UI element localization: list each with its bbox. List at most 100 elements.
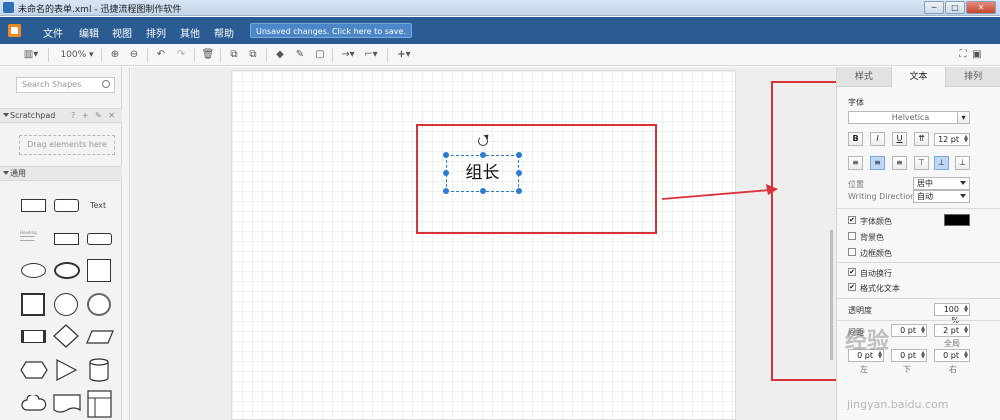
- shape-cloud[interactable]: [20, 395, 48, 413]
- fullscreen-icon[interactable]: ⛶: [957, 48, 969, 62]
- menu-file[interactable]: 文件: [43, 25, 63, 40]
- background-color-checkbox[interactable]: [848, 232, 856, 240]
- shapes-panel: Search Shapes Scratchpad ? + ✎ ✕ 通用 Text…: [0, 67, 122, 420]
- collapse-chevron-icon: [3, 113, 9, 117]
- shape-subprocess[interactable]: [21, 330, 46, 343]
- shape-circle[interactable]: [54, 293, 78, 316]
- align-center-button[interactable]: ≡: [870, 156, 885, 170]
- shape-rectangle[interactable]: [21, 199, 46, 212]
- insert-icon[interactable]: +▾: [394, 48, 414, 62]
- font-size-input[interactable]: 12 pt ▲ ▼: [934, 133, 970, 146]
- line-color-icon[interactable]: ✎: [293, 48, 307, 62]
- baidu-watermark-url: jingyan.baidu.com: [847, 398, 949, 411]
- shape-heading[interactable]: Heading ━━━━━━ ━━━━━━: [20, 231, 47, 247]
- panel-splitter[interactable]: [122, 67, 130, 420]
- menu-help[interactable]: 帮助: [214, 25, 234, 40]
- window-title: 未命名的表单.xml - 迅捷流程图制作软件: [18, 5, 182, 15]
- stepper-icon[interactable]: ▲ ▼: [962, 351, 968, 360]
- waypoints-icon[interactable]: ⌐▾: [361, 48, 381, 62]
- shape-table[interactable]: [87, 390, 112, 418]
- position-select[interactable]: 居中: [913, 177, 970, 190]
- shape-document[interactable]: [53, 394, 81, 414]
- stepper-icon[interactable]: ▲ ▼: [919, 351, 925, 360]
- zoom-in-icon[interactable]: ⊕: [108, 48, 122, 62]
- border-color-checkbox[interactable]: [848, 248, 856, 256]
- font-dropdown-icon[interactable]: ▾: [957, 111, 970, 124]
- vertical-text-button[interactable]: ⇈: [914, 132, 929, 146]
- connection-style-icon[interactable]: →▾: [338, 48, 358, 62]
- font-color-checkbox[interactable]: ✔: [848, 216, 856, 224]
- font-family-select[interactable]: Helvetica: [848, 111, 970, 124]
- shape-hexagon[interactable]: [20, 361, 48, 379]
- valign-middle-button[interactable]: ⊥: [934, 156, 949, 170]
- unsaved-changes-button[interactable]: Unsaved changes. Click here to save.: [250, 23, 412, 38]
- formatted-text-checkbox[interactable]: ✔: [848, 283, 856, 291]
- shape-double-square[interactable]: [21, 293, 45, 316]
- canvas-area[interactable]: [131, 67, 836, 420]
- spacing-bottom-input[interactable]: 0 pt ▲ ▼: [891, 349, 927, 362]
- maximize-button[interactable]: □: [945, 1, 965, 14]
- shape-parallelogram[interactable]: [86, 330, 114, 344]
- tab-arrange[interactable]: 排列: [946, 67, 1000, 87]
- menu-edit[interactable]: 编辑: [79, 25, 99, 40]
- menu-other[interactable]: 其他: [180, 25, 200, 40]
- spacing-top-input[interactable]: 0 pt ▲ ▼: [891, 324, 927, 337]
- opacity-input[interactable]: 100 %▲▼: [934, 303, 970, 325]
- menu-view[interactable]: 视图: [112, 25, 132, 40]
- delete-icon[interactable]: 🗑: [201, 48, 215, 62]
- shadow-icon[interactable]: ▢: [313, 48, 327, 62]
- bold-button[interactable]: B: [848, 132, 863, 146]
- stepper-icon[interactable]: ▲ ▼: [919, 326, 925, 335]
- shape-ellipse[interactable]: [21, 263, 46, 278]
- shape-double-circle[interactable]: [87, 293, 111, 316]
- view-panel-icon[interactable]: ▥▾: [20, 48, 42, 62]
- underline-button[interactable]: U: [892, 132, 907, 146]
- tab-text[interactable]: 文本: [891, 67, 947, 87]
- writing-direction-select[interactable]: 自动: [913, 190, 970, 203]
- valign-bottom-button[interactable]: ⊥: [955, 156, 970, 170]
- tab-style[interactable]: 样式: [837, 67, 892, 87]
- search-shapes-input[interactable]: Search Shapes: [16, 77, 115, 93]
- font-color-swatch[interactable]: [944, 214, 970, 226]
- align-left-button[interactable]: ≡: [848, 156, 863, 170]
- word-wrap-checkbox[interactable]: ✔: [848, 268, 856, 276]
- shape-rounded-rectangle[interactable]: [54, 199, 79, 212]
- to-back-icon[interactable]: ⧉: [246, 48, 260, 62]
- shape-text[interactable]: Text: [90, 201, 106, 210]
- menu-arrange[interactable]: 排列: [146, 25, 166, 40]
- shape-cylinder[interactable]: [89, 358, 109, 382]
- zoom-out-icon[interactable]: ⊖: [127, 48, 141, 62]
- shape-process[interactable]: [54, 233, 79, 245]
- italic-button[interactable]: I: [870, 132, 885, 146]
- format-panel-toggle-icon[interactable]: ▣: [971, 48, 983, 62]
- to-front-icon[interactable]: ⧉: [227, 48, 241, 62]
- valign-top-button[interactable]: ⊤: [914, 156, 929, 170]
- spacing-global-value: 2 pt: [943, 326, 959, 335]
- shape-rounded-process[interactable]: [87, 233, 112, 245]
- diagram-page[interactable]: [231, 70, 736, 420]
- format-panel-scrollbar[interactable]: [830, 230, 833, 360]
- writing-direction-label: Writing Direction: [848, 192, 916, 201]
- scratchpad-header[interactable]: Scratchpad ? + ✎ ✕: [0, 108, 122, 123]
- shape-double-ellipse[interactable]: [54, 262, 80, 279]
- shape-square[interactable]: [87, 259, 111, 282]
- redo-icon[interactable]: ↷: [174, 48, 188, 62]
- scratchpad-actions-icon[interactable]: ? + ✎ ✕: [71, 109, 117, 122]
- minimize-button[interactable]: ─: [924, 1, 944, 14]
- spacing-global-input[interactable]: 2 pt ▲ ▼: [934, 324, 970, 337]
- spacing-right-input[interactable]: 0 pt ▲ ▼: [934, 349, 970, 362]
- fill-color-icon[interactable]: ◆: [273, 48, 287, 62]
- close-button[interactable]: ✕: [966, 1, 996, 14]
- align-right-button[interactable]: ≡: [892, 156, 907, 170]
- chevron-down-icon: [960, 194, 966, 198]
- stepper-icon[interactable]: ▲ ▼: [962, 135, 968, 144]
- stepper-icon[interactable]: ▲ ▼: [962, 305, 968, 314]
- stepper-icon[interactable]: ▲ ▼: [962, 326, 968, 335]
- general-section-header[interactable]: 通用: [0, 166, 122, 181]
- shape-diamond[interactable]: [53, 324, 79, 348]
- app-logo-icon: [8, 24, 21, 37]
- zoom-select[interactable]: 100% ▾: [58, 48, 96, 62]
- shape-triangle[interactable]: [55, 359, 77, 381]
- scratchpad-dropzone[interactable]: Drag elements here: [19, 135, 115, 155]
- undo-icon[interactable]: ↶: [154, 48, 168, 62]
